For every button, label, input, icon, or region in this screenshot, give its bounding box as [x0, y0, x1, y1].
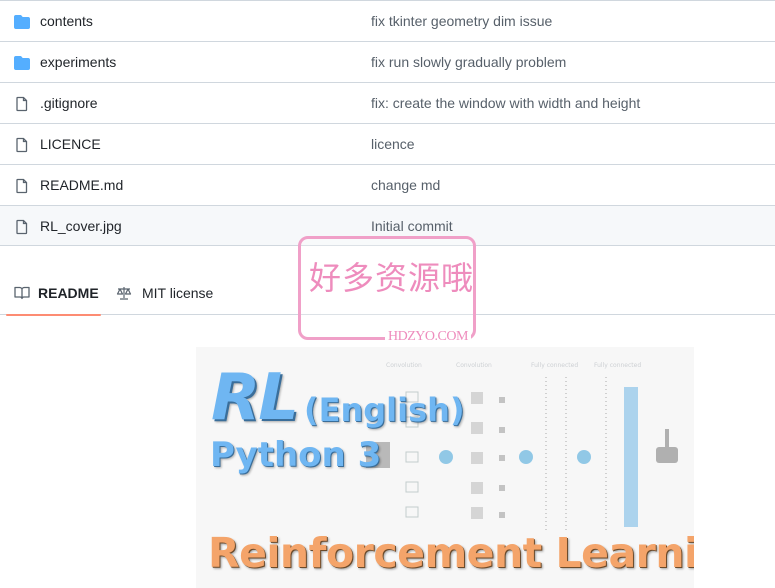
file-row-licence[interactable]: LICENCE licence [0, 123, 775, 164]
file-name[interactable]: LICENCE [40, 136, 101, 152]
file-icon [14, 96, 30, 112]
commit-message[interactable]: fix run slowly gradually problem [371, 54, 566, 70]
cover-title-reinforcement-learning: Reinforcement Learning [208, 529, 694, 577]
cover-title-english: (English) [304, 391, 465, 429]
folder-icon [14, 14, 30, 30]
file-row-experiments[interactable]: experiments fix run slowly gradually pro… [0, 41, 775, 82]
active-tab-underline [6, 314, 101, 316]
commit-message[interactable]: change md [371, 177, 440, 193]
file-icon [14, 178, 30, 194]
neural-network-diagram: Convolution Convolution Fully connected … [366, 362, 678, 532]
book-icon [14, 285, 30, 301]
file-icon [14, 137, 30, 153]
law-scale-icon [116, 285, 132, 301]
cover-title-rl: RL [211, 361, 299, 435]
tab-license[interactable]: MIT license [116, 270, 213, 315]
nn-label: Convolution [456, 362, 492, 369]
watermark-en-text: HDZYO.COM [385, 329, 471, 345]
file-row-readme[interactable]: README.md change md [0, 164, 775, 205]
tab-readme[interactable]: README [6, 270, 101, 316]
folder-icon [14, 55, 30, 71]
watermark-cn-text: 好多资源哦 [309, 259, 475, 297]
file-name[interactable]: contents [40, 13, 93, 29]
file-name[interactable]: experiments [40, 54, 116, 70]
nn-label: Fully connected [531, 362, 578, 369]
cover-subtitle-python: Python 3 [210, 435, 382, 475]
nn-label: Fully connected [594, 362, 641, 369]
commit-message[interactable]: fix: create the window with width and he… [371, 95, 640, 111]
file-name[interactable]: README.md [40, 177, 123, 193]
watermark-stamp: 好多资源哦 HDZYO.COM [298, 236, 476, 345]
file-name[interactable]: RL_cover.jpg [40, 218, 122, 234]
tab-readme-label: README [38, 284, 99, 301]
tab-license-label: MIT license [142, 284, 214, 301]
file-row-gitignore[interactable]: .gitignore fix: create the window with w… [0, 82, 775, 123]
nn-label: Convolution [386, 362, 422, 369]
file-row-contents[interactable]: contents fix tkinter geometry dim issue [0, 0, 775, 41]
file-list: contents fix tkinter geometry dim issue … [0, 0, 775, 246]
readme-cover-image: Convolution Convolution Fully connected … [196, 347, 694, 588]
commit-message[interactable]: Initial commit [371, 218, 453, 234]
commit-message[interactable]: fix tkinter geometry dim issue [371, 13, 552, 29]
commit-message[interactable]: licence [371, 136, 415, 152]
file-name[interactable]: .gitignore [40, 95, 98, 111]
file-icon [14, 219, 30, 235]
